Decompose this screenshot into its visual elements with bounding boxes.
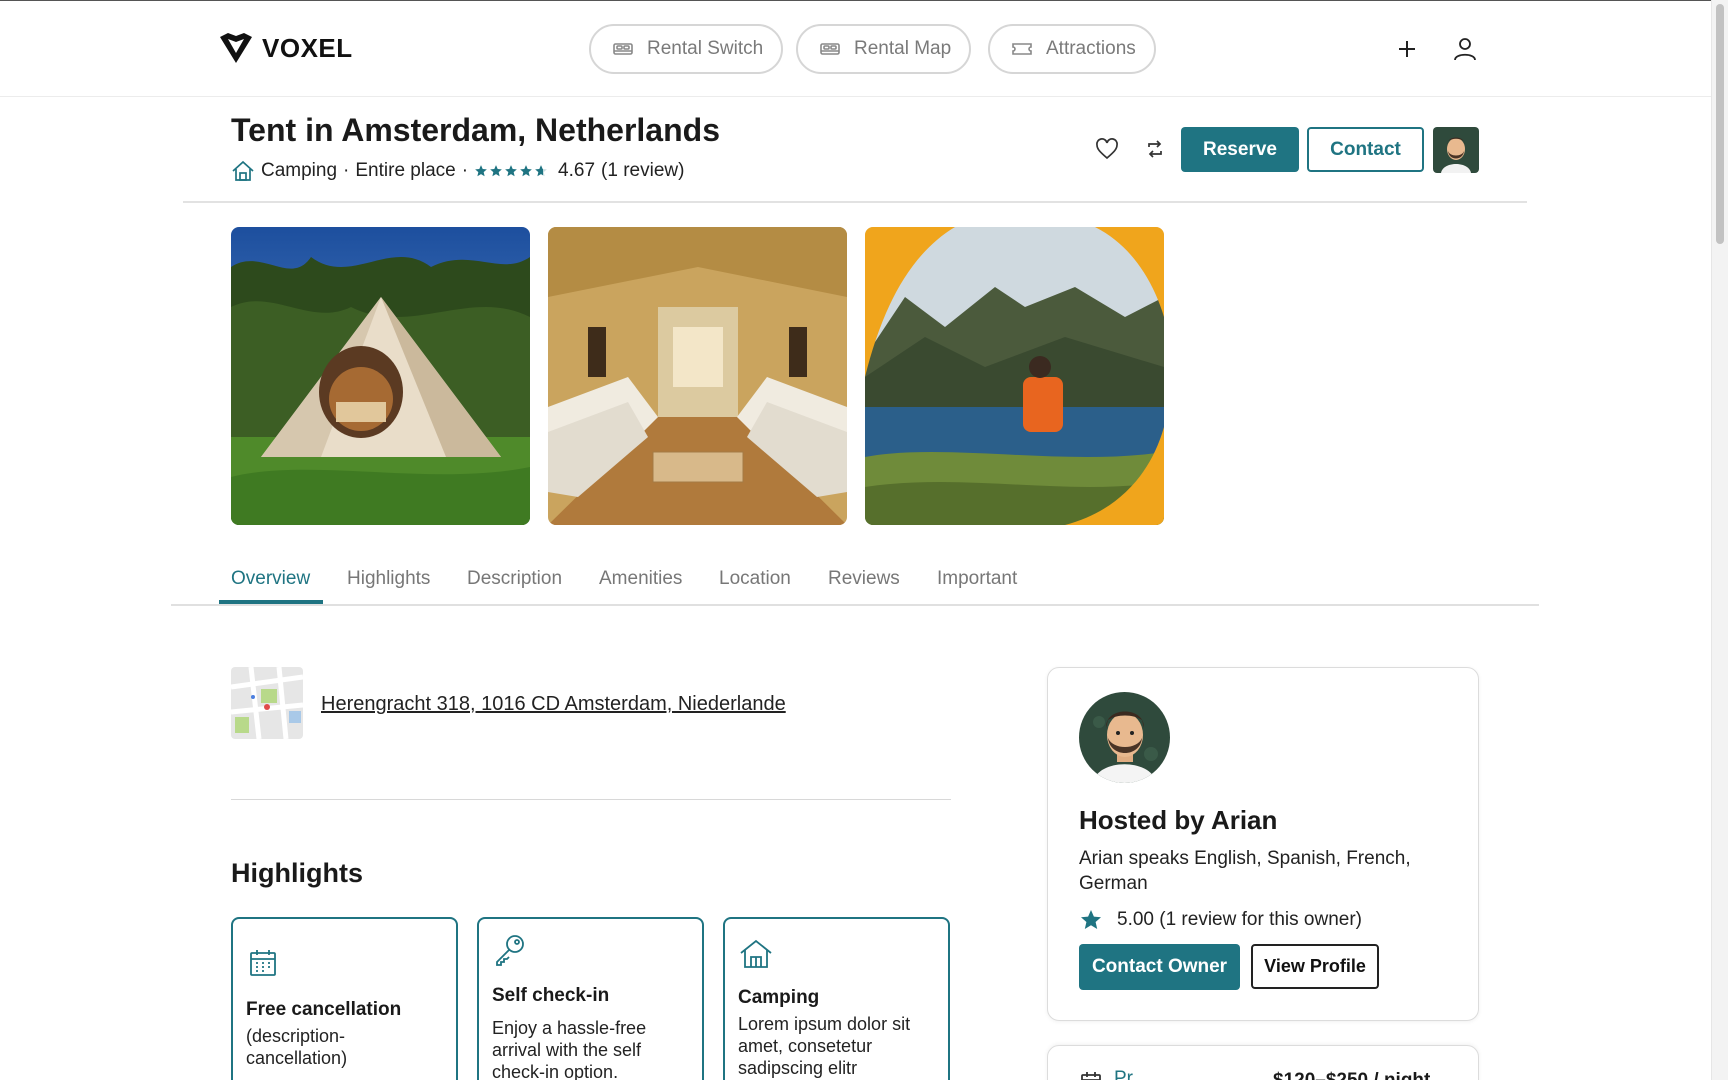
header-divider xyxy=(183,201,1527,203)
separator: · xyxy=(343,160,350,181)
tab-location[interactable]: Location xyxy=(719,568,791,590)
key-icon xyxy=(496,935,524,966)
listing-place-type: Entire place xyxy=(355,160,456,181)
nav-rental-switch[interactable]: Rental Switch xyxy=(589,24,784,74)
rating-stars xyxy=(474,164,548,178)
tab-overview[interactable]: Overview xyxy=(231,568,310,590)
brand-name: VOXEL xyxy=(262,32,353,63)
host-rating-text: 5.00 (1 review for this owner) xyxy=(1117,909,1362,930)
price-card: Pr... $120–$250 / night xyxy=(1047,1045,1479,1080)
price-label[interactable]: Pr... xyxy=(1114,1068,1148,1080)
nav-rental-map[interactable]: Rental Map xyxy=(796,24,972,74)
share-button[interactable] xyxy=(1140,134,1170,164)
top-navigation: VOXEL Rental Switch Rental Map Attractio… xyxy=(0,0,1711,97)
content-divider xyxy=(231,799,951,800)
voxel-logo-icon xyxy=(220,33,252,63)
nav-pill-label: Rental Map xyxy=(854,38,952,59)
favorite-button[interactable] xyxy=(1092,134,1122,164)
brand-logo[interactable]: VOXEL xyxy=(218,31,353,65)
plus-icon xyxy=(1399,41,1415,57)
listing-rating: 4.67 xyxy=(558,160,596,181)
host-avatar[interactable] xyxy=(1079,692,1170,783)
avatar xyxy=(1079,692,1170,783)
star-icon xyxy=(475,165,487,177)
host-name: Hosted by Arian xyxy=(1079,805,1278,835)
highlight-desc: (description-cancellation) xyxy=(246,1026,348,1068)
avatar xyxy=(1433,127,1479,173)
highlight-card-free-cancellation: Free cancellation (description-cancellat… xyxy=(231,917,458,1080)
star-icon xyxy=(535,165,547,177)
view-profile-button[interactable]: View Profile xyxy=(1251,944,1379,989)
lake-view-photo xyxy=(865,227,1164,525)
account-button[interactable] xyxy=(1447,31,1483,67)
contact-owner-button[interactable]: Contact Owner xyxy=(1079,944,1240,990)
map-icon xyxy=(231,667,303,739)
share-icon xyxy=(1148,140,1162,158)
highlight-card-camping: Camping Lorem ipsum dolor sit amet, cons… xyxy=(723,917,950,1080)
nav-pill-label: Rental Switch xyxy=(647,38,764,59)
gallery-photo-lake[interactable] xyxy=(865,227,1164,525)
host-avatar-small[interactable] xyxy=(1433,127,1479,173)
star-icon xyxy=(505,165,517,177)
host-card: Hosted by Arian Arian speaks English, Sp… xyxy=(1047,667,1479,1021)
gallery-photo-tent[interactable] xyxy=(231,227,530,525)
gallery-photo-interior[interactable] xyxy=(548,227,847,525)
highlight-title: Free cancellation xyxy=(246,999,402,1020)
active-tab-indicator xyxy=(219,600,323,604)
nav-pill-label: Attractions xyxy=(1046,38,1136,59)
bed-icon xyxy=(820,43,840,55)
ticket-icon xyxy=(1012,43,1032,55)
listing-meta: Camping · Entire place · 4.67 (1 review) xyxy=(231,160,684,182)
house-icon xyxy=(232,160,254,181)
add-button[interactable] xyxy=(1389,31,1425,67)
separator: · xyxy=(461,160,469,181)
highlight-card-self-checkin: Self check-in Enjoy a hassle-free arriva… xyxy=(477,917,704,1080)
tab-amenities[interactable]: Amenities xyxy=(599,568,682,590)
highlight-desc: Lorem ipsum dolor sit amet, consetetur s… xyxy=(738,1014,911,1078)
tent-photo xyxy=(231,227,530,525)
heart-icon xyxy=(1096,138,1118,160)
reserve-button[interactable]: Reserve xyxy=(1181,127,1299,172)
listing-review-count[interactable]: (1 review) xyxy=(601,160,684,182)
highlights-heading: Highlights xyxy=(231,858,363,888)
highlight-title: Self check-in xyxy=(492,985,610,1006)
highlight-title: Camping xyxy=(738,987,820,1008)
host-rating: 5.00 (1 review for this owner) xyxy=(1079,908,1362,932)
scrollbar-thumb[interactable] xyxy=(1716,4,1724,244)
page-scrollbar[interactable] xyxy=(1711,0,1728,1080)
house-icon xyxy=(740,939,772,968)
tab-description[interactable]: Description xyxy=(467,568,562,590)
map-thumbnail[interactable] xyxy=(231,667,303,739)
star-icon xyxy=(490,165,502,177)
section-tabs: Overview Highlights Description Amenitie… xyxy=(171,548,1539,606)
star-icon xyxy=(1081,910,1101,929)
calendar-icon xyxy=(1081,1072,1101,1080)
nav-attractions[interactable]: Attractions xyxy=(988,24,1156,74)
star-icon xyxy=(520,165,532,177)
contact-button[interactable]: Contact xyxy=(1307,127,1424,172)
bed-icon xyxy=(613,43,633,55)
host-languages: Arian speaks English, Spanish, French, G… xyxy=(1079,848,1411,894)
tab-highlights[interactable]: Highlights xyxy=(347,568,430,590)
listing-category: Camping xyxy=(261,160,338,181)
tent-interior-photo xyxy=(548,227,847,525)
address-link[interactable]: Herengracht 318, 1016 CD Amsterdam, Nied… xyxy=(321,693,786,716)
tab-important[interactable]: Important xyxy=(937,568,1017,590)
user-icon xyxy=(1454,38,1476,61)
page-title: Tent in Amsterdam, Netherlands xyxy=(231,112,720,148)
price-range: $120–$250 / night xyxy=(1273,1070,1430,1080)
tab-reviews[interactable]: Reviews xyxy=(828,568,900,590)
calendar-icon xyxy=(250,950,276,976)
highlight-desc: Enjoy a hassle-free arrival with the sel… xyxy=(492,1018,647,1080)
